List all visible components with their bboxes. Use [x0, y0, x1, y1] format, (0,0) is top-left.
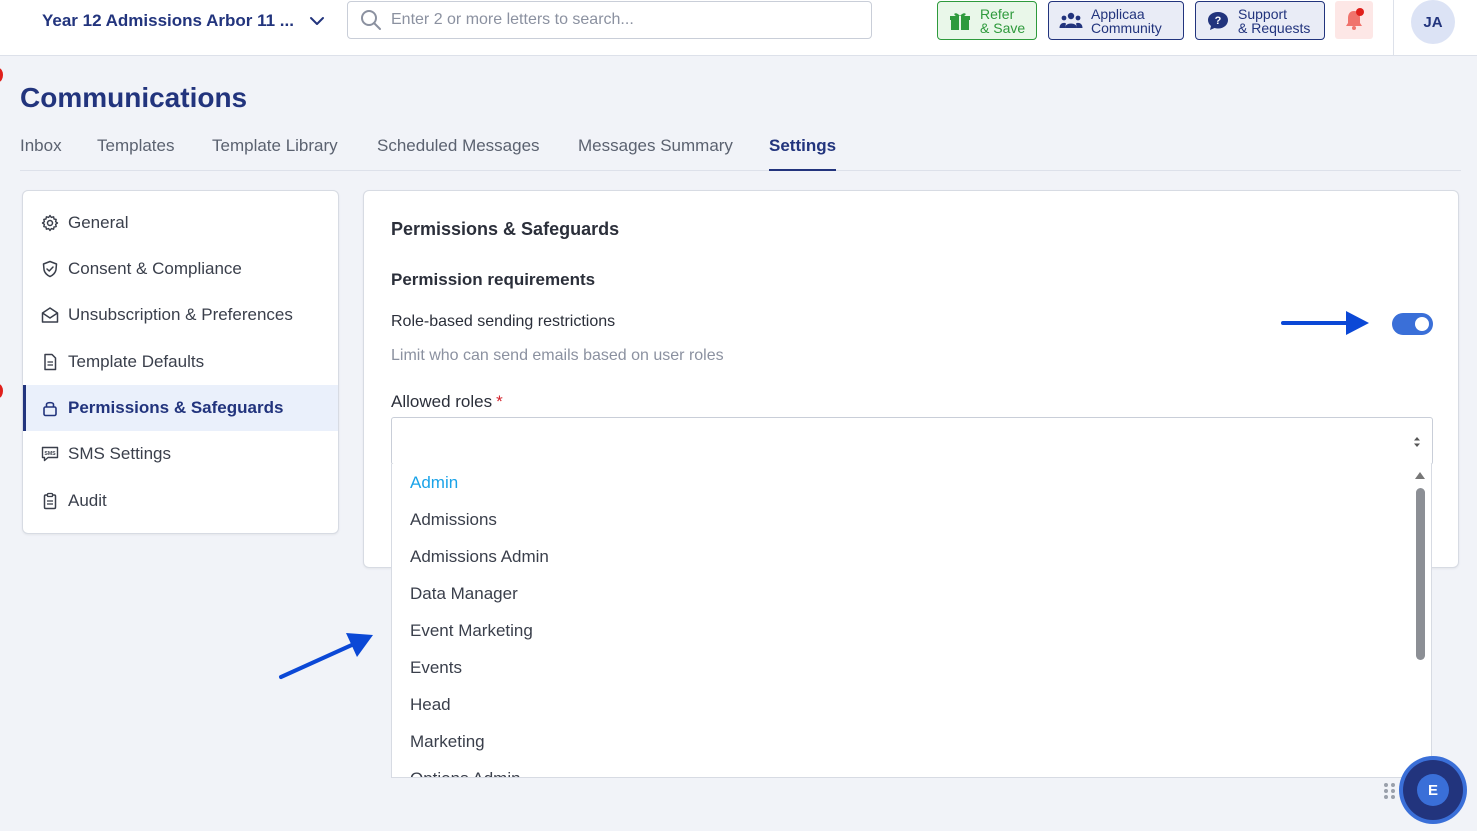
search-icon [361, 10, 381, 30]
edge-indicator-dot [0, 384, 3, 398]
role-option-events[interactable]: Events [410, 658, 462, 678]
chat-widget-button[interactable]: E [1403, 760, 1463, 820]
notification-dot [1356, 8, 1364, 16]
role-option-head[interactable]: Head [410, 695, 451, 715]
nav-item-consent-compliance[interactable]: Consent & Compliance [23, 246, 338, 292]
tab-scheduled-messages[interactable]: Scheduled Messages [377, 136, 540, 171]
role-option-event-marketing[interactable]: Event Marketing [410, 621, 533, 641]
allowed-roles-dropdown[interactable]: Admin Admissions Admissions Admin Data M… [391, 464, 1432, 778]
role-option-admissions[interactable]: Admissions [410, 510, 497, 530]
document-icon [44, 353, 57, 371]
role-option-marketing[interactable]: Marketing [410, 732, 485, 752]
role-restrictions-toggle[interactable] [1392, 313, 1433, 335]
role-restrictions-label: Role-based sending restrictions [391, 313, 616, 330]
tab-template-library[interactable]: Template Library [212, 136, 338, 171]
section-title: Permissions & Safeguards [391, 219, 620, 239]
shield-check-icon [42, 260, 58, 278]
sms-icon: SMS [41, 446, 59, 462]
scroll-up-arrow-icon[interactable] [1414, 470, 1426, 480]
nav-item-permissions-safeguards[interactable]: Permissions & Safeguards [23, 385, 338, 431]
dropdown-scrollbar-thumb[interactable] [1416, 488, 1425, 660]
top-bar: Year 12 Admissions Arbor 11 ... Refer& S… [0, 0, 1477, 56]
drag-handle-icon[interactable] [1383, 782, 1397, 800]
program-selector-label: Year 12 Admissions Arbor 11 ... [42, 11, 294, 30]
role-option-options-admin[interactable]: Options Admin [410, 769, 521, 777]
program-selector[interactable]: Year 12 Admissions Arbor 11 ... [42, 10, 326, 32]
envelope-open-icon [41, 307, 59, 323]
toggle-knob [1415, 317, 1429, 331]
nav-item-audit[interactable]: Audit [23, 478, 338, 524]
settings-nav: General Consent & Compliance Unsubscript… [22, 190, 339, 534]
svg-text:?: ? [1215, 15, 1222, 27]
allowed-roles-label: Allowed roles * [391, 392, 503, 411]
role-restrictions-description: Limit who can send emails based on user … [391, 347, 724, 364]
nav-item-label: General [68, 213, 129, 232]
gear-icon [41, 214, 59, 232]
lock-icon [43, 401, 57, 417]
sort-arrows-icon [1414, 437, 1420, 447]
clipboard-icon [43, 492, 57, 510]
tab-settings[interactable]: Settings [769, 136, 837, 171]
tab-inbox[interactable]: Inbox [20, 136, 62, 171]
nav-item-label: SMS Settings [68, 444, 171, 463]
nav-item-label: Unsubscription & Preferences [68, 305, 293, 324]
subsection-title: Permission requirements [391, 270, 596, 289]
users-icon [1059, 12, 1083, 28]
nav-item-label: Permissions & Safeguards [68, 398, 284, 417]
user-avatar[interactable]: JA [1411, 0, 1455, 44]
refer-save-label: Refer & Save [980, 5, 1026, 36]
role-option-data-manager[interactable]: Data Manager [410, 584, 518, 604]
annotation-arrow-icon [279, 633, 373, 679]
search-box [347, 1, 872, 39]
tab-templates[interactable]: Templates [97, 136, 174, 171]
support-label: Support & Requests [1238, 5, 1311, 36]
required-marker: * [496, 392, 503, 411]
gift-icon [950, 12, 970, 30]
question-bubble-icon: ? [1208, 11, 1228, 30]
tab-messages-summary[interactable]: Messages Summary [578, 136, 733, 171]
nav-item-label: Template Defaults [68, 352, 205, 371]
nav-item-unsubscription-preferences[interactable]: Unsubscription & Preferences [23, 292, 338, 338]
support-requests-button[interactable]: ? Support & Requests [1195, 1, 1325, 40]
tab-bar: Inbox Templates Template Library Schedul… [20, 130, 1461, 171]
community-label: Applicaa Community [1091, 5, 1162, 36]
header-divider [1393, 0, 1394, 56]
page-title: Communications [20, 82, 248, 113]
nav-item-template-defaults[interactable]: Template Defaults [23, 339, 338, 385]
chevron-down-icon [309, 17, 324, 25]
edge-indicator-dot [0, 68, 3, 82]
applicaa-community-button[interactable]: Applicaa Community [1048, 1, 1184, 40]
nav-item-general[interactable]: General [23, 200, 338, 246]
allowed-roles-select[interactable] [391, 417, 1433, 465]
chat-widget-initial: E [1417, 774, 1449, 806]
nav-item-label: Consent & Compliance [68, 259, 242, 278]
notifications-button[interactable] [1335, 1, 1373, 39]
svg-text:SMS: SMS [44, 451, 56, 457]
annotation-arrow-icon [1281, 311, 1369, 335]
role-option-admissions-admin[interactable]: Admissions Admin [410, 547, 549, 567]
search-input[interactable] [391, 11, 851, 29]
nav-item-label: Audit [68, 491, 107, 510]
refer-save-button[interactable]: Refer & Save [937, 1, 1037, 40]
role-option-admin[interactable]: Admin [410, 473, 458, 493]
nav-item-sms-settings[interactable]: SMS SMS Settings [23, 431, 338, 477]
